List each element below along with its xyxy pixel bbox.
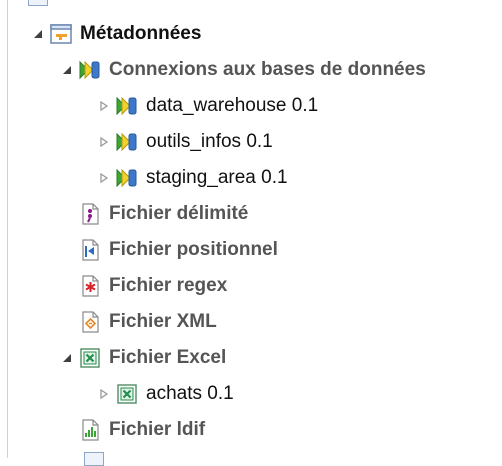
tree-node-label: staging_area 0.1 (146, 167, 288, 188)
expanded-arrow-icon[interactable] (31, 27, 45, 41)
regex-file-icon (79, 275, 101, 297)
db-connection-icon (116, 131, 138, 153)
collapsed-arrow-icon[interactable] (97, 99, 111, 113)
tree-node-label: Fichier ldif (109, 419, 206, 440)
partially-visible-item-icon (28, 0, 48, 6)
tree-node-outils-infos[interactable]: outils_infos 0.1 (97, 124, 273, 160)
tree-node-achats[interactable]: achats 0.1 (97, 376, 234, 412)
tree-node-label: outils_infos 0.1 (146, 131, 273, 152)
tree-node-label: Fichier positionnel (109, 239, 278, 260)
tree-node-label: Fichier XML (109, 311, 217, 332)
partially-visible-item-icon (84, 452, 104, 466)
xml-file-icon (79, 311, 101, 333)
tree-node-label: data_warehouse 0.1 (146, 95, 319, 116)
tree-node-ldif-file[interactable]: Fichier ldif (79, 412, 205, 448)
tree-node-regex-file[interactable]: Fichier regex (79, 268, 227, 304)
tree-node-positional-file[interactable]: Fichier positionnel (79, 232, 278, 268)
tree-node-label: Fichier regex (109, 275, 228, 296)
tree-node-excel-file[interactable]: Fichier Excel (60, 340, 226, 376)
metadata-folder-icon (50, 23, 72, 45)
repository-tree: Métadonnées Connexions aux bases de donn… (0, 0, 502, 466)
excel-file-icon (116, 383, 138, 405)
tree-node-label: Fichier délimité (109, 203, 249, 224)
tree-node-xml-file[interactable]: Fichier XML (79, 304, 217, 340)
tree-node-label: achats 0.1 (146, 383, 234, 404)
db-connection-icon (79, 59, 101, 81)
tree-node-delimited-file[interactable]: Fichier délimité (79, 196, 248, 232)
tree-node-label: Connexions aux bases de données (109, 59, 426, 80)
tree-node-label: Fichier Excel (109, 347, 227, 368)
collapsed-arrow-icon[interactable] (97, 135, 111, 149)
tree-node-staging-area[interactable]: staging_area 0.1 (97, 160, 288, 196)
tree-node-data-warehouse[interactable]: data_warehouse 0.1 (97, 88, 318, 124)
positional-file-icon (79, 239, 101, 261)
collapsed-arrow-icon[interactable] (97, 387, 111, 401)
delimited-file-icon (79, 203, 101, 225)
expanded-arrow-icon[interactable] (60, 351, 74, 365)
db-connection-icon (116, 95, 138, 117)
ldif-file-icon (79, 419, 101, 441)
excel-file-icon (79, 347, 101, 369)
tree-node-db-connections[interactable]: Connexions aux bases de données (60, 52, 426, 88)
tree-node-label: Métadonnées (80, 23, 202, 44)
tree-node-metadata[interactable]: Métadonnées (31, 16, 201, 52)
db-connection-icon (116, 167, 138, 189)
expanded-arrow-icon[interactable] (60, 63, 74, 77)
collapsed-arrow-icon[interactable] (97, 171, 111, 185)
